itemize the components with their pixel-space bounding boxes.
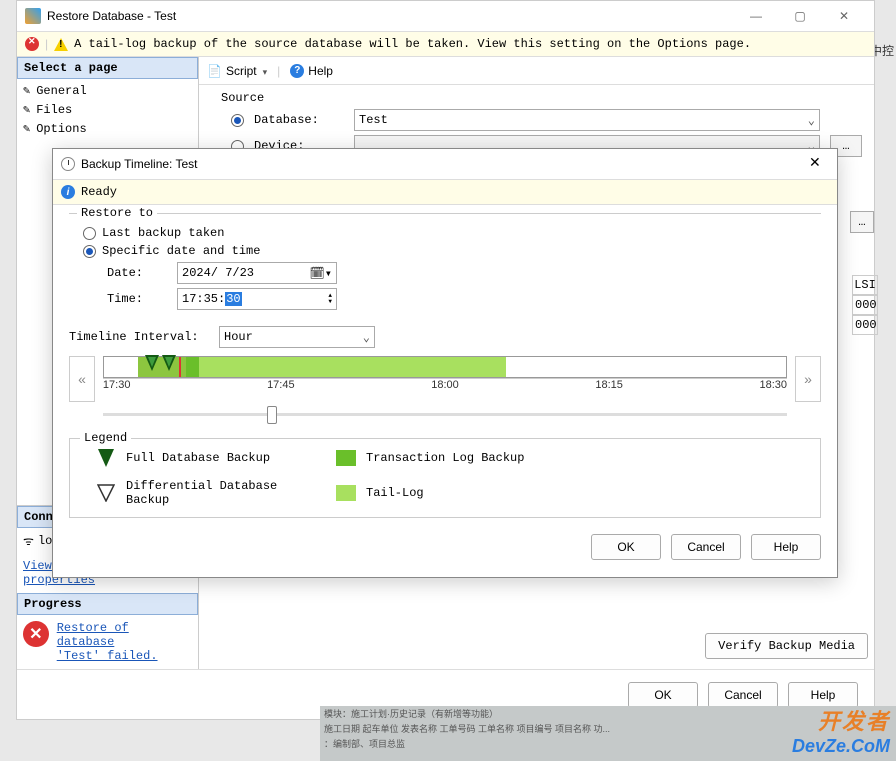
close-button[interactable]: ✕: [822, 2, 866, 30]
peek-val: 000: [852, 295, 878, 315]
timeline-next-button[interactable]: »: [795, 356, 821, 402]
pencil-icon: [23, 102, 30, 117]
script-icon: 📄: [207, 64, 222, 78]
date-input[interactable]: 2024/ 7/23 🗓▾: [177, 262, 337, 284]
tick-label: 18:30: [759, 379, 787, 391]
sidebar-header: Select a page: [17, 57, 198, 79]
dialog-title: Backup Timeline: Test: [81, 157, 198, 171]
peek-val: 000: [852, 315, 878, 335]
maximize-button[interactable]: ▢: [778, 2, 822, 30]
chevron-down-icon: [261, 64, 268, 78]
spinner-icon[interactable]: ▲▼: [328, 293, 332, 305]
close-button[interactable]: ✕: [809, 154, 829, 174]
timeline-button[interactable]: …: [850, 211, 874, 233]
progress-link[interactable]: Restore of database 'Test' failed.: [57, 621, 192, 663]
help-icon: ?: [290, 64, 304, 78]
tick-label: 17:30: [103, 379, 131, 391]
database-radio[interactable]: [231, 114, 244, 127]
specific-time-label: Specific date and time: [102, 244, 260, 258]
script-button[interactable]: 📄 Script: [207, 64, 267, 78]
restore-to-legend: Restore to: [77, 206, 157, 220]
ok-button[interactable]: OK: [591, 534, 661, 560]
tail-log-icon: [336, 485, 356, 501]
legend-full: Full Database Backup: [126, 451, 326, 465]
database-label: Database:: [254, 113, 344, 127]
chevron-down-icon: [363, 330, 370, 345]
status-bar: | A tail-log backup of the source databa…: [17, 31, 874, 57]
last-backup-radio[interactable]: [83, 227, 96, 240]
info-icon: i: [61, 185, 75, 199]
titlebar: Restore Database - Test — ▢ ✕: [17, 1, 874, 31]
warning-icon: [54, 38, 68, 51]
clock-icon: [61, 157, 75, 171]
peek-col: LSI: [852, 275, 878, 295]
full-backup-marker: [162, 355, 176, 371]
window-title: Restore Database - Test: [47, 9, 176, 23]
chevron-down-icon: [808, 113, 815, 128]
time-label: Time:: [107, 292, 167, 306]
help-button[interactable]: ? Help: [290, 64, 333, 78]
help-button[interactable]: Help: [751, 534, 821, 560]
interval-dropdown[interactable]: Hour: [219, 326, 375, 348]
timeline-bar[interactable]: [103, 356, 787, 378]
timeline-prev-button[interactable]: «: [69, 356, 95, 402]
sidebar-item-files[interactable]: Files: [17, 100, 198, 119]
legend-tlog: Transaction Log Backup: [366, 451, 566, 465]
progress-header: Progress: [17, 593, 198, 615]
pencil-icon: [23, 83, 30, 98]
error-icon: ✕: [23, 621, 49, 647]
date-label: Date:: [107, 266, 167, 280]
restore-point-marker: [179, 357, 181, 377]
calendar-icon: 🗓▾: [310, 266, 332, 281]
minimize-button[interactable]: —: [734, 2, 778, 30]
backup-timeline-dialog: Backup Timeline: Test ✕ i Ready Restore …: [52, 148, 838, 578]
sidebar-item-general[interactable]: General: [17, 81, 198, 100]
status-text: A tail-log backup of the source database…: [74, 37, 751, 51]
slider-handle[interactable]: [267, 406, 277, 424]
ok-button[interactable]: OK: [628, 682, 698, 708]
error-icon: [25, 37, 39, 51]
source-label: Source: [221, 91, 862, 105]
tlog-icon: [336, 450, 356, 466]
timeline-slider[interactable]: [103, 406, 787, 424]
legend-tail: Tail-Log: [366, 486, 566, 500]
sidebar-item-options[interactable]: Options: [17, 119, 198, 138]
database-dropdown[interactable]: Test: [354, 109, 820, 131]
connection-icon: ᯤ: [23, 532, 34, 549]
legend-title: Legend: [80, 431, 131, 445]
specific-time-radio[interactable]: [83, 245, 96, 258]
last-backup-label: Last backup taken: [102, 226, 224, 240]
pencil-icon: [23, 121, 30, 136]
interval-label: Timeline Interval:: [69, 330, 209, 344]
verify-backup-button[interactable]: Verify Backup Media: [705, 633, 868, 659]
full-backup-marker: [145, 355, 159, 371]
time-input[interactable]: 17:35:30 ▲▼: [177, 288, 337, 310]
tick-label: 18:15: [595, 379, 623, 391]
legend-diff: Differential Database Backup: [126, 479, 326, 507]
app-icon: [25, 8, 41, 24]
dialog-status: Ready: [81, 185, 117, 199]
cancel-button[interactable]: Cancel: [671, 534, 741, 560]
diff-backup-icon: [86, 484, 126, 502]
cancel-button[interactable]: Cancel: [708, 682, 778, 708]
watermark-logo: 开发者 DevZe.CoM: [792, 704, 890, 757]
tick-label: 17:45: [267, 379, 295, 391]
tick-label: 18:00: [431, 379, 459, 391]
full-backup-icon: [98, 449, 114, 467]
